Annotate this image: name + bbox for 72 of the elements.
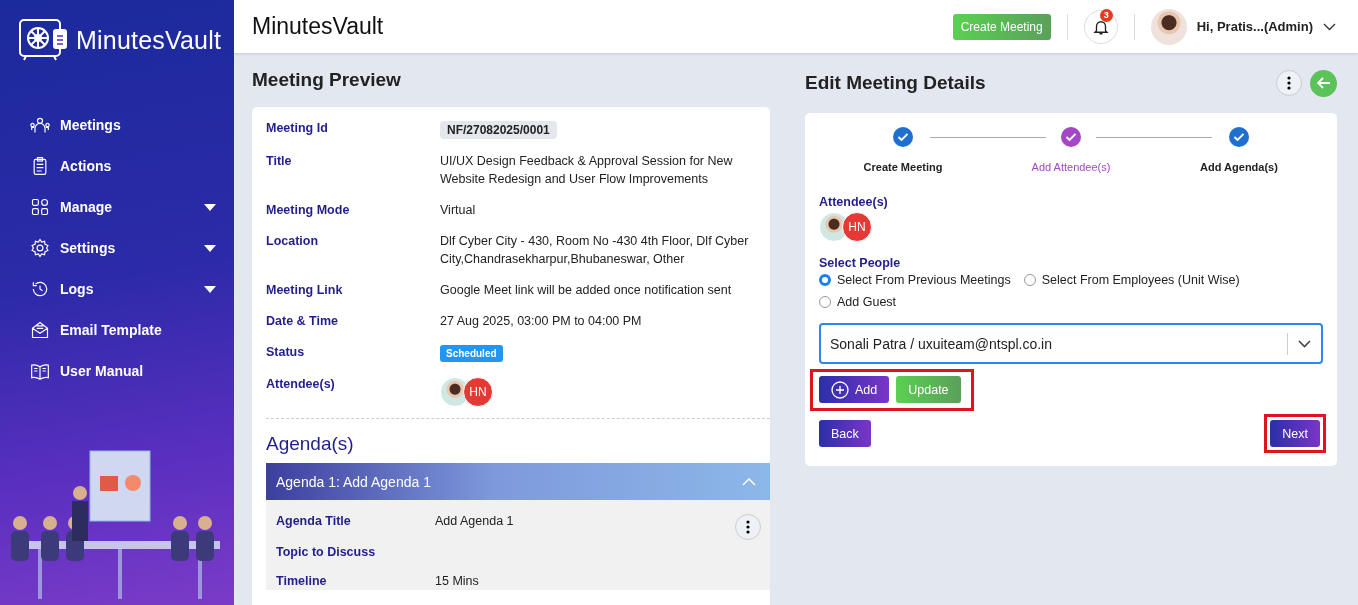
check-circle-icon: [1229, 127, 1249, 147]
field-label: Title: [266, 154, 293, 171]
field-label: Date & Time: [266, 314, 339, 331]
meeting-id-chip: NF/27082025/0001: [440, 121, 557, 140]
chevron-down-icon[interactable]: [1323, 22, 1336, 31]
history-icon: [30, 279, 50, 299]
field-label: Location: [266, 234, 320, 251]
notification-count: 3: [1099, 8, 1113, 22]
field-label: Meeting Id: [266, 121, 329, 138]
field-value: Virtual: [440, 202, 477, 220]
back-arrow-button[interactable]: [1310, 69, 1337, 97]
sidebar-item[interactable]: Manage: [0, 194, 234, 220]
stepper-step[interactable]: Add Attendee(s): [987, 127, 1155, 173]
notification-button[interactable]: 3: [1083, 9, 1118, 44]
field-value: Google Meet link will be added once notification sent: [440, 282, 733, 300]
sidebar-item[interactable]: Actions: [0, 153, 234, 179]
attendees-label: Attendee(s): [819, 195, 889, 209]
person-select-field[interactable]: Sonali Patra / uxuiteam@ntspl.co.in: [819, 323, 1323, 364]
field-label: Topic to Discuss: [276, 545, 377, 560]
vault-logo-icon: [18, 18, 70, 62]
field-label: Status: [266, 345, 306, 362]
check-circle-icon: [893, 127, 913, 147]
sidebar-item[interactable]: Logs: [0, 276, 234, 302]
radio-option[interactable]: Select From Employees (Unit Wise): [1023, 273, 1240, 287]
next-button[interactable]: Next: [1270, 420, 1320, 447]
radio-button[interactable]: [1023, 274, 1036, 286]
plus-circle-icon: [831, 380, 849, 399]
field-label: Agenda Title: [276, 514, 352, 531]
select-people-label: Select People: [819, 256, 902, 270]
sidebar-item[interactable]: Email Template: [0, 317, 234, 343]
mail-icon: [30, 320, 50, 340]
grid-icon: [30, 197, 50, 217]
kebab-icon: [1287, 76, 1291, 90]
sidebar-item[interactable]: Meetings: [0, 112, 234, 138]
sidebar-item[interactable]: User Manual: [0, 358, 234, 384]
field-value: UI/UX Design Feedback & Approval Session for New Website Redesign and User Flow Improvements: [440, 153, 734, 189]
stepper-step[interactable]: Create Meeting: [819, 127, 987, 173]
field-label: Meeting Link: [266, 283, 344, 300]
field-value: Dlf Cyber City - 430, Room No -430 4th Floor, Dlf Cyber City,Chandrasekharpur,Bhubaneswar, Other: [440, 233, 750, 269]
user-menu[interactable]: Hi, Pratis...(Admin): [1196, 19, 1313, 34]
more-options-button[interactable]: [1276, 70, 1302, 96]
gear-icon: [30, 238, 50, 258]
field-label: Meeting Mode: [266, 203, 351, 220]
back-button[interactable]: Back: [819, 420, 871, 447]
more-options-button[interactable]: [735, 514, 761, 541]
agenda-accordion-header[interactable]: Agenda 1: Add Agenda 1: [266, 463, 770, 501]
section-heading: Edit Meeting Details: [805, 72, 987, 94]
field-label: Attendee(s): [266, 377, 336, 394]
field-value: 27 Aug 2025, 03:00 PM to 04:00 PM: [440, 313, 643, 331]
radio-option[interactable]: Add Guest: [819, 295, 897, 309]
status-badge: Scheduled: [440, 345, 503, 363]
field-label: Timeline: [276, 574, 328, 591]
field-value: Add Agenda 1: [435, 513, 515, 531]
user-avatar: [1150, 8, 1187, 45]
field-value: 15 Mins: [435, 573, 480, 591]
section-heading: Meeting Preview: [252, 69, 402, 91]
stepper-step[interactable]: Add Agenda(s): [1155, 127, 1323, 173]
radio-button[interactable]: [819, 296, 831, 308]
radio-option[interactable]: Select From Previous Meetings: [819, 273, 1011, 287]
agenda-heading: Agenda(s): [266, 433, 355, 456]
radio-button[interactable]: [819, 274, 831, 286]
kebab-icon: [746, 520, 750, 535]
initials-avatar: HN: [463, 377, 493, 408]
page-title: MinutesVault: [252, 13, 385, 40]
check-circle-icon: [1061, 127, 1081, 147]
sidebar-item[interactable]: Settings: [0, 235, 234, 261]
app-logo-text: MinutesVault: [76, 25, 222, 55]
book-icon: [30, 361, 50, 381]
add-button[interactable]: Add: [819, 376, 890, 403]
people-icon: [30, 115, 50, 135]
initials-avatar: HN: [842, 212, 872, 242]
arrow-left-icon: [1316, 77, 1331, 89]
